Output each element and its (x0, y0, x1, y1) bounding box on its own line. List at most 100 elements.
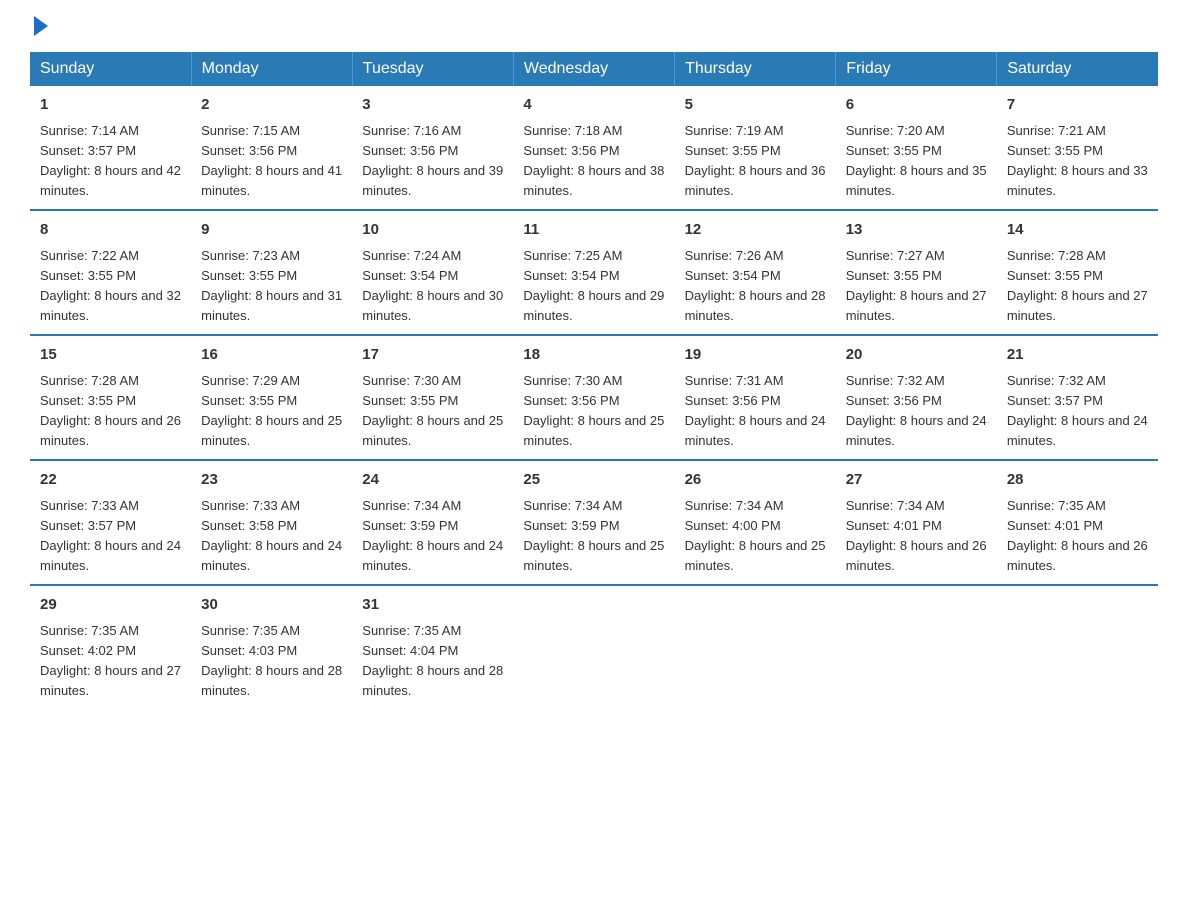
calendar-cell: 14 Sunrise: 7:28 AMSunset: 3:55 PMDayligh… (997, 210, 1158, 335)
week-row-3: 15 Sunrise: 7:28 AMSunset: 3:55 PMDayligh… (30, 335, 1158, 460)
day-info: Sunrise: 7:27 AMSunset: 3:55 PMDaylight:… (846, 246, 987, 327)
calendar-cell: 3 Sunrise: 7:16 AMSunset: 3:56 PMDaylight… (352, 86, 513, 210)
day-info: Sunrise: 7:35 AMSunset: 4:01 PMDaylight:… (1007, 496, 1148, 577)
calendar-cell: 1Sunrise: 7:14 AMSunset: 3:57 PMDaylight… (30, 86, 191, 210)
calendar-cell: 28 Sunrise: 7:35 AMSunset: 4:01 PMDayligh… (997, 460, 1158, 585)
day-info: Sunrise: 7:30 AMSunset: 3:56 PMDaylight:… (523, 371, 664, 452)
day-number: 29 (40, 594, 181, 617)
day-info: Sunrise: 7:35 AMSunset: 4:03 PMDaylight:… (201, 621, 342, 702)
day-info: Sunrise: 7:32 AMSunset: 3:56 PMDaylight:… (846, 371, 987, 452)
header-monday: Monday (191, 52, 352, 86)
day-number: 17 (362, 344, 503, 367)
header-thursday: Thursday (675, 52, 836, 86)
calendar-cell: 15 Sunrise: 7:28 AMSunset: 3:55 PMDayligh… (30, 335, 191, 460)
day-info: Sunrise: 7:23 AMSunset: 3:55 PMDaylight:… (201, 246, 342, 327)
calendar-cell: 24 Sunrise: 7:34 AMSunset: 3:59 PMDayligh… (352, 460, 513, 585)
calendar-cell: 30 Sunrise: 7:35 AMSunset: 4:03 PMDayligh… (191, 585, 352, 709)
day-number: 1 (40, 94, 181, 117)
day-info: Sunrise: 7:25 AMSunset: 3:54 PMDaylight:… (523, 246, 664, 327)
calendar-cell (836, 585, 997, 709)
calendar-header: SundayMondayTuesdayWednesdayThursdayFrid… (30, 52, 1158, 86)
calendar-cell: 27 Sunrise: 7:34 AMSunset: 4:01 PMDayligh… (836, 460, 997, 585)
calendar-cell: 8 Sunrise: 7:22 AMSunset: 3:55 PMDaylight… (30, 210, 191, 335)
day-info: Sunrise: 7:32 AMSunset: 3:57 PMDaylight:… (1007, 371, 1148, 452)
day-number: 4 (523, 94, 664, 117)
day-number: 12 (685, 219, 826, 242)
calendar-cell: 12Sunrise: 7:26 AMSunset: 3:54 PMDayligh… (675, 210, 836, 335)
calendar-cell (997, 585, 1158, 709)
day-info: Sunrise: 7:34 AMSunset: 4:01 PMDaylight:… (846, 496, 987, 577)
page-header (30, 20, 1158, 32)
calendar-cell: 21Sunrise: 7:32 AMSunset: 3:57 PMDayligh… (997, 335, 1158, 460)
day-info: Sunrise: 7:16 AMSunset: 3:56 PMDaylight:… (362, 121, 503, 202)
day-info: Sunrise: 7:22 AMSunset: 3:55 PMDaylight:… (40, 246, 181, 327)
day-number: 31 (362, 594, 503, 617)
calendar-cell: 7Sunrise: 7:21 AMSunset: 3:55 PMDaylight… (997, 86, 1158, 210)
calendar-cell: 22 Sunrise: 7:33 AMSunset: 3:57 PMDayligh… (30, 460, 191, 585)
day-number: 3 (362, 94, 503, 117)
calendar-cell: 13 Sunrise: 7:27 AMSunset: 3:55 PMDayligh… (836, 210, 997, 335)
day-info: Sunrise: 7:29 AMSunset: 3:55 PMDaylight:… (201, 371, 342, 452)
calendar-cell: 26Sunrise: 7:34 AMSunset: 4:00 PMDayligh… (675, 460, 836, 585)
day-number: 27 (846, 469, 987, 492)
week-row-2: 8 Sunrise: 7:22 AMSunset: 3:55 PMDaylight… (30, 210, 1158, 335)
calendar-cell: 2Sunrise: 7:15 AMSunset: 3:56 PMDaylight… (191, 86, 352, 210)
day-info: Sunrise: 7:34 AMSunset: 3:59 PMDaylight:… (362, 496, 503, 577)
day-number: 20 (846, 344, 987, 367)
day-number: 18 (523, 344, 664, 367)
week-row-1: 1Sunrise: 7:14 AMSunset: 3:57 PMDaylight… (30, 86, 1158, 210)
day-info: Sunrise: 7:18 AMSunset: 3:56 PMDaylight:… (523, 121, 664, 202)
day-info: Sunrise: 7:19 AMSunset: 3:55 PMDaylight:… (685, 121, 826, 202)
header-saturday: Saturday (997, 52, 1158, 86)
day-number: 30 (201, 594, 342, 617)
calendar-cell: 20 Sunrise: 7:32 AMSunset: 3:56 PMDayligh… (836, 335, 997, 460)
day-info: Sunrise: 7:30 AMSunset: 3:55 PMDaylight:… (362, 371, 503, 452)
day-info: Sunrise: 7:31 AMSunset: 3:56 PMDaylight:… (685, 371, 826, 452)
day-number: 13 (846, 219, 987, 242)
day-number: 22 (40, 469, 181, 492)
logo-triangle-icon (34, 16, 48, 36)
week-row-4: 22 Sunrise: 7:33 AMSunset: 3:57 PMDayligh… (30, 460, 1158, 585)
day-info: Sunrise: 7:28 AMSunset: 3:55 PMDaylight:… (1007, 246, 1148, 327)
calendar-table: SundayMondayTuesdayWednesdayThursdayFrid… (30, 52, 1158, 709)
day-info: Sunrise: 7:28 AMSunset: 3:55 PMDaylight:… (40, 371, 181, 452)
calendar-cell: 6Sunrise: 7:20 AMSunset: 3:55 PMDaylight… (836, 86, 997, 210)
calendar-cell: 18 Sunrise: 7:30 AMSunset: 3:56 PMDayligh… (513, 335, 674, 460)
header-tuesday: Tuesday (352, 52, 513, 86)
calendar-body: 1Sunrise: 7:14 AMSunset: 3:57 PMDaylight… (30, 86, 1158, 709)
calendar-cell: 29 Sunrise: 7:35 AMSunset: 4:02 PMDayligh… (30, 585, 191, 709)
day-number: 6 (846, 94, 987, 117)
calendar-cell: 16 Sunrise: 7:29 AMSunset: 3:55 PMDayligh… (191, 335, 352, 460)
day-number: 14 (1007, 219, 1148, 242)
day-info: Sunrise: 7:15 AMSunset: 3:56 PMDaylight:… (201, 121, 342, 202)
day-number: 28 (1007, 469, 1148, 492)
day-number: 25 (523, 469, 664, 492)
calendar-cell: 4 Sunrise: 7:18 AMSunset: 3:56 PMDaylight… (513, 86, 674, 210)
day-number: 10 (362, 219, 503, 242)
header-wednesday: Wednesday (513, 52, 674, 86)
day-number: 24 (362, 469, 503, 492)
day-number: 8 (40, 219, 181, 242)
calendar-cell (675, 585, 836, 709)
day-number: 11 (523, 219, 664, 242)
day-number: 16 (201, 344, 342, 367)
calendar-cell: 10 Sunrise: 7:24 AMSunset: 3:54 PMDayligh… (352, 210, 513, 335)
calendar-cell: 23Sunrise: 7:33 AMSunset: 3:58 PMDayligh… (191, 460, 352, 585)
calendar-cell (513, 585, 674, 709)
day-info: Sunrise: 7:21 AMSunset: 3:55 PMDaylight:… (1007, 121, 1148, 202)
header-row: SundayMondayTuesdayWednesdayThursdayFrid… (30, 52, 1158, 86)
logo-text (30, 20, 48, 36)
calendar-cell: 17 Sunrise: 7:30 AMSunset: 3:55 PMDayligh… (352, 335, 513, 460)
logo (30, 20, 48, 32)
day-info: Sunrise: 7:33 AMSunset: 3:57 PMDaylight:… (40, 496, 181, 577)
day-number: 19 (685, 344, 826, 367)
calendar-cell: 25Sunrise: 7:34 AMSunset: 3:59 PMDayligh… (513, 460, 674, 585)
calendar-cell: 9Sunrise: 7:23 AMSunset: 3:55 PMDaylight… (191, 210, 352, 335)
day-info: Sunrise: 7:33 AMSunset: 3:58 PMDaylight:… (201, 496, 342, 577)
calendar-cell: 31 Sunrise: 7:35 AMSunset: 4:04 PMDayligh… (352, 585, 513, 709)
day-info: Sunrise: 7:35 AMSunset: 4:04 PMDaylight:… (362, 621, 503, 702)
day-number: 15 (40, 344, 181, 367)
calendar-cell: 19 Sunrise: 7:31 AMSunset: 3:56 PMDayligh… (675, 335, 836, 460)
day-info: Sunrise: 7:24 AMSunset: 3:54 PMDaylight:… (362, 246, 503, 327)
day-info: Sunrise: 7:35 AMSunset: 4:02 PMDaylight:… (40, 621, 181, 702)
